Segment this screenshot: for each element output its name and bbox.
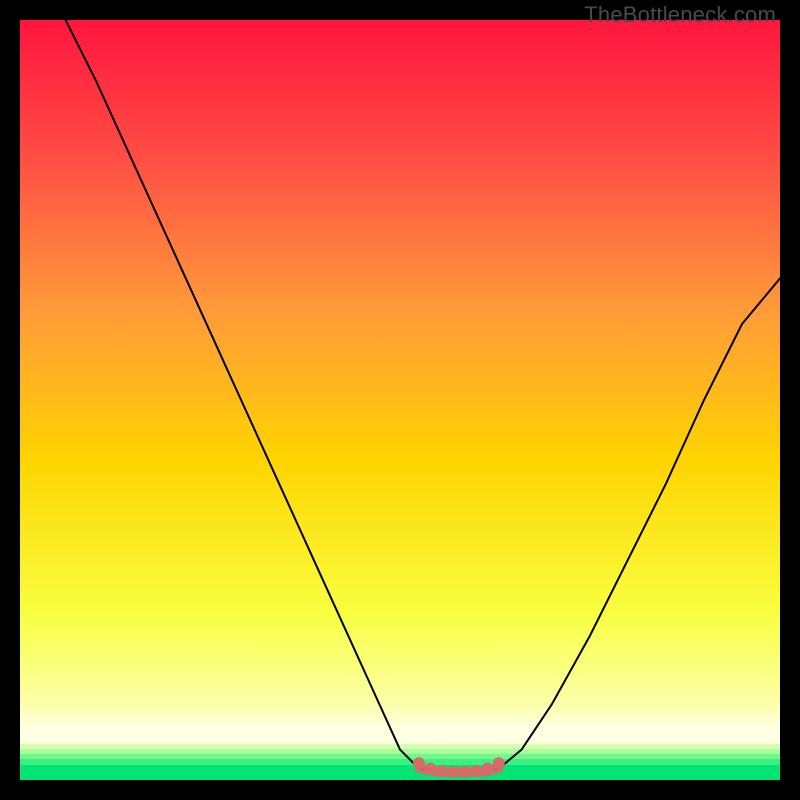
chart-frame: TheBottleneck.com (0, 0, 800, 800)
bottom-dot (493, 757, 505, 769)
bottom-dot (413, 757, 425, 769)
plot-area (20, 20, 780, 780)
watermark-text: TheBottleneck.com (584, 2, 776, 28)
bottleneck-curve (20, 20, 780, 780)
bottom-dot (436, 765, 448, 777)
bottom-dot (470, 765, 482, 777)
bottom-dot (424, 763, 436, 775)
bottom-dot (481, 763, 493, 775)
bottom-dot (447, 766, 459, 778)
bottom-dot (459, 766, 471, 778)
curve-path (66, 20, 780, 772)
